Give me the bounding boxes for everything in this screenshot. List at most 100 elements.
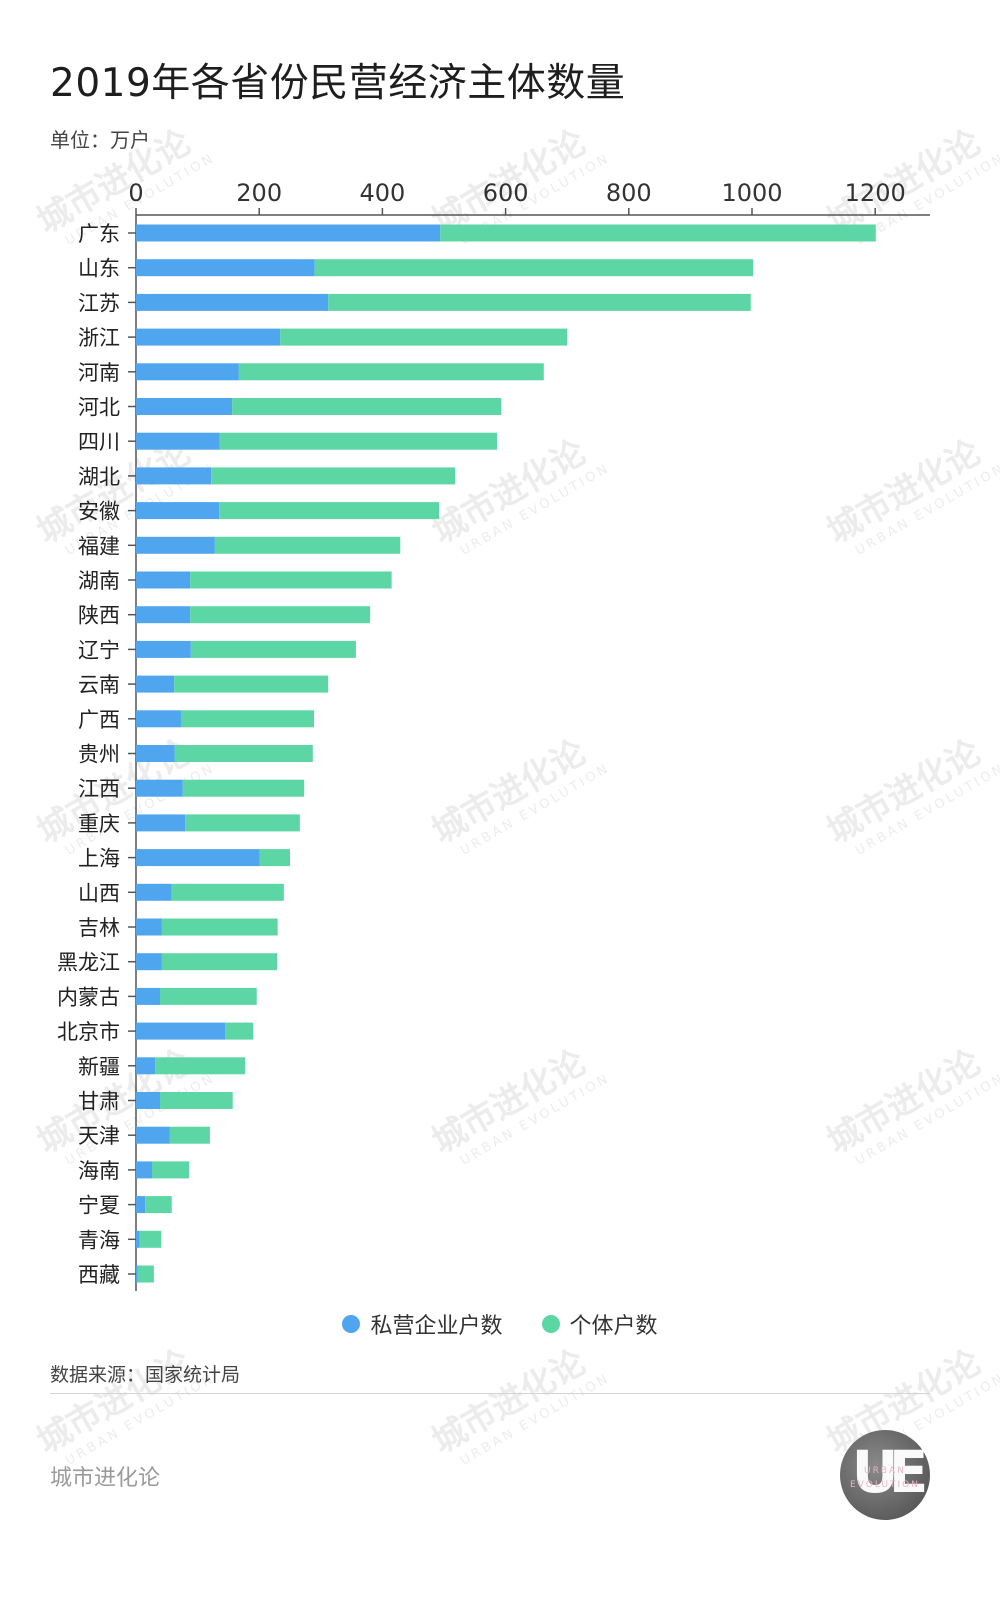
category-label: 湖北 <box>78 465 120 489</box>
bar-private <box>136 710 181 728</box>
category-label: 海南 <box>78 1159 120 1183</box>
bar-individual <box>139 1230 162 1248</box>
x-tick-label: 600 <box>483 179 529 207</box>
bar-private <box>136 293 329 311</box>
bar-private <box>136 363 239 381</box>
category-label: 上海 <box>78 847 120 871</box>
category-label: 黑龙江 <box>57 951 120 975</box>
bar-individual <box>145 1196 172 1214</box>
bar-private <box>136 1022 226 1040</box>
x-tick-label: 400 <box>359 179 405 207</box>
bar-private <box>136 745 175 762</box>
bar-private <box>136 1092 161 1109</box>
bar-individual <box>174 675 329 693</box>
category-label: 福建 <box>78 534 120 558</box>
bar-individual <box>280 328 568 346</box>
bar-private <box>136 1265 138 1283</box>
category-label: 陕西 <box>78 604 120 628</box>
logo-sub-1: URBAN <box>864 1466 906 1476</box>
category-label: 广西 <box>78 708 120 732</box>
bar-individual <box>161 918 278 936</box>
logo-sub-2: EVOLUTION <box>850 1480 920 1490</box>
x-tick-label: 1000 <box>721 179 782 207</box>
bar-private <box>136 536 215 554</box>
bars <box>136 224 876 1283</box>
footer-divider <box>50 1393 930 1394</box>
category-label: 青海 <box>78 1228 120 1252</box>
bar-individual <box>211 467 456 485</box>
bar-individual <box>152 1161 189 1179</box>
category-label: 北京市 <box>57 1020 120 1044</box>
legend-label-individual: 个体户数 <box>569 1314 658 1339</box>
category-label: 吉林 <box>78 916 120 940</box>
bar-private <box>136 918 162 936</box>
bar-individual <box>174 745 313 762</box>
category-label: 广东 <box>78 222 120 246</box>
bar-private <box>136 1230 140 1248</box>
bar-private <box>136 432 220 450</box>
bar-individual <box>219 502 440 520</box>
bar-private <box>136 675 175 693</box>
bar-private <box>136 398 233 415</box>
bar-individual <box>232 398 502 415</box>
legend-dot-individual-icon <box>541 1315 560 1333</box>
category-label: 甘肃 <box>78 1090 120 1114</box>
brand-name: 城市进化论 <box>50 1466 161 1491</box>
bar-private <box>136 987 161 1005</box>
bar-individual <box>185 814 300 832</box>
bar-private <box>136 814 186 832</box>
legend-item-individual[interactable]: 个体户数 <box>541 1308 658 1340</box>
legend-label-private: 私营企业户数 <box>370 1314 503 1339</box>
category-label: 新疆 <box>78 1055 120 1079</box>
x-tick-label: 200 <box>236 179 282 207</box>
category-label: 重庆 <box>78 812 120 836</box>
category-label: 天津 <box>78 1124 120 1148</box>
bar-private <box>136 1057 156 1075</box>
category-label: 湖南 <box>78 569 120 593</box>
x-tick-label: 0 <box>128 179 143 207</box>
category-label: 西藏 <box>78 1263 120 1287</box>
bar-private <box>136 328 281 346</box>
bar-individual <box>182 779 305 797</box>
category-label: 河北 <box>78 396 120 420</box>
category-label: 内蒙古 <box>57 985 120 1009</box>
category-label: 河南 <box>78 361 120 385</box>
category-label: 四川 <box>78 430 120 454</box>
bar-private <box>136 883 172 901</box>
bar-individual <box>259 849 290 867</box>
bar-individual <box>328 293 751 311</box>
bar-individual <box>214 536 401 554</box>
bar-private <box>136 606 191 624</box>
bar-private <box>136 467 212 485</box>
category-label: 江苏 <box>78 291 120 315</box>
bar-individual <box>160 987 257 1005</box>
bar-individual <box>180 710 315 728</box>
watermark: 城市进化论 URBAN EVOLUTION <box>30 1342 218 1469</box>
bar-private <box>136 1161 153 1179</box>
bar-individual <box>171 883 284 901</box>
bar-individual <box>440 224 876 242</box>
bar-chart: 0 200 400 600 800 1000 1200 广东山东江苏浙江河南河北四川湖北安徽… <box>57 179 930 1291</box>
bar-private <box>136 953 162 971</box>
bar-individual <box>190 640 356 658</box>
bar-private <box>136 1126 170 1144</box>
bar-private <box>136 224 441 242</box>
legend-item-private[interactable]: 私营企业户数 <box>342 1308 503 1340</box>
bar-private <box>136 571 191 589</box>
bar-private <box>136 1196 146 1214</box>
bar-individual <box>314 259 754 277</box>
x-tick-label: 800 <box>606 179 652 207</box>
data-source: 数据来源：国家统计局 <box>50 1364 241 1386</box>
bar-individual <box>238 363 544 381</box>
bar-private <box>136 259 315 277</box>
y-axis: 广东山东江苏浙江河南河北四川湖北安徽福建湖南陕西辽宁云南广西贵州江西重庆上海山西… <box>57 215 137 1291</box>
bar-individual <box>161 953 278 971</box>
bar-individual <box>190 606 371 624</box>
bar-private <box>136 640 191 658</box>
bar-private <box>136 502 220 520</box>
bar-individual <box>169 1126 210 1144</box>
category-label: 辽宁 <box>78 638 120 662</box>
category-label: 山东 <box>78 257 120 281</box>
bar-individual <box>160 1092 233 1109</box>
category-label: 安徽 <box>78 500 120 524</box>
